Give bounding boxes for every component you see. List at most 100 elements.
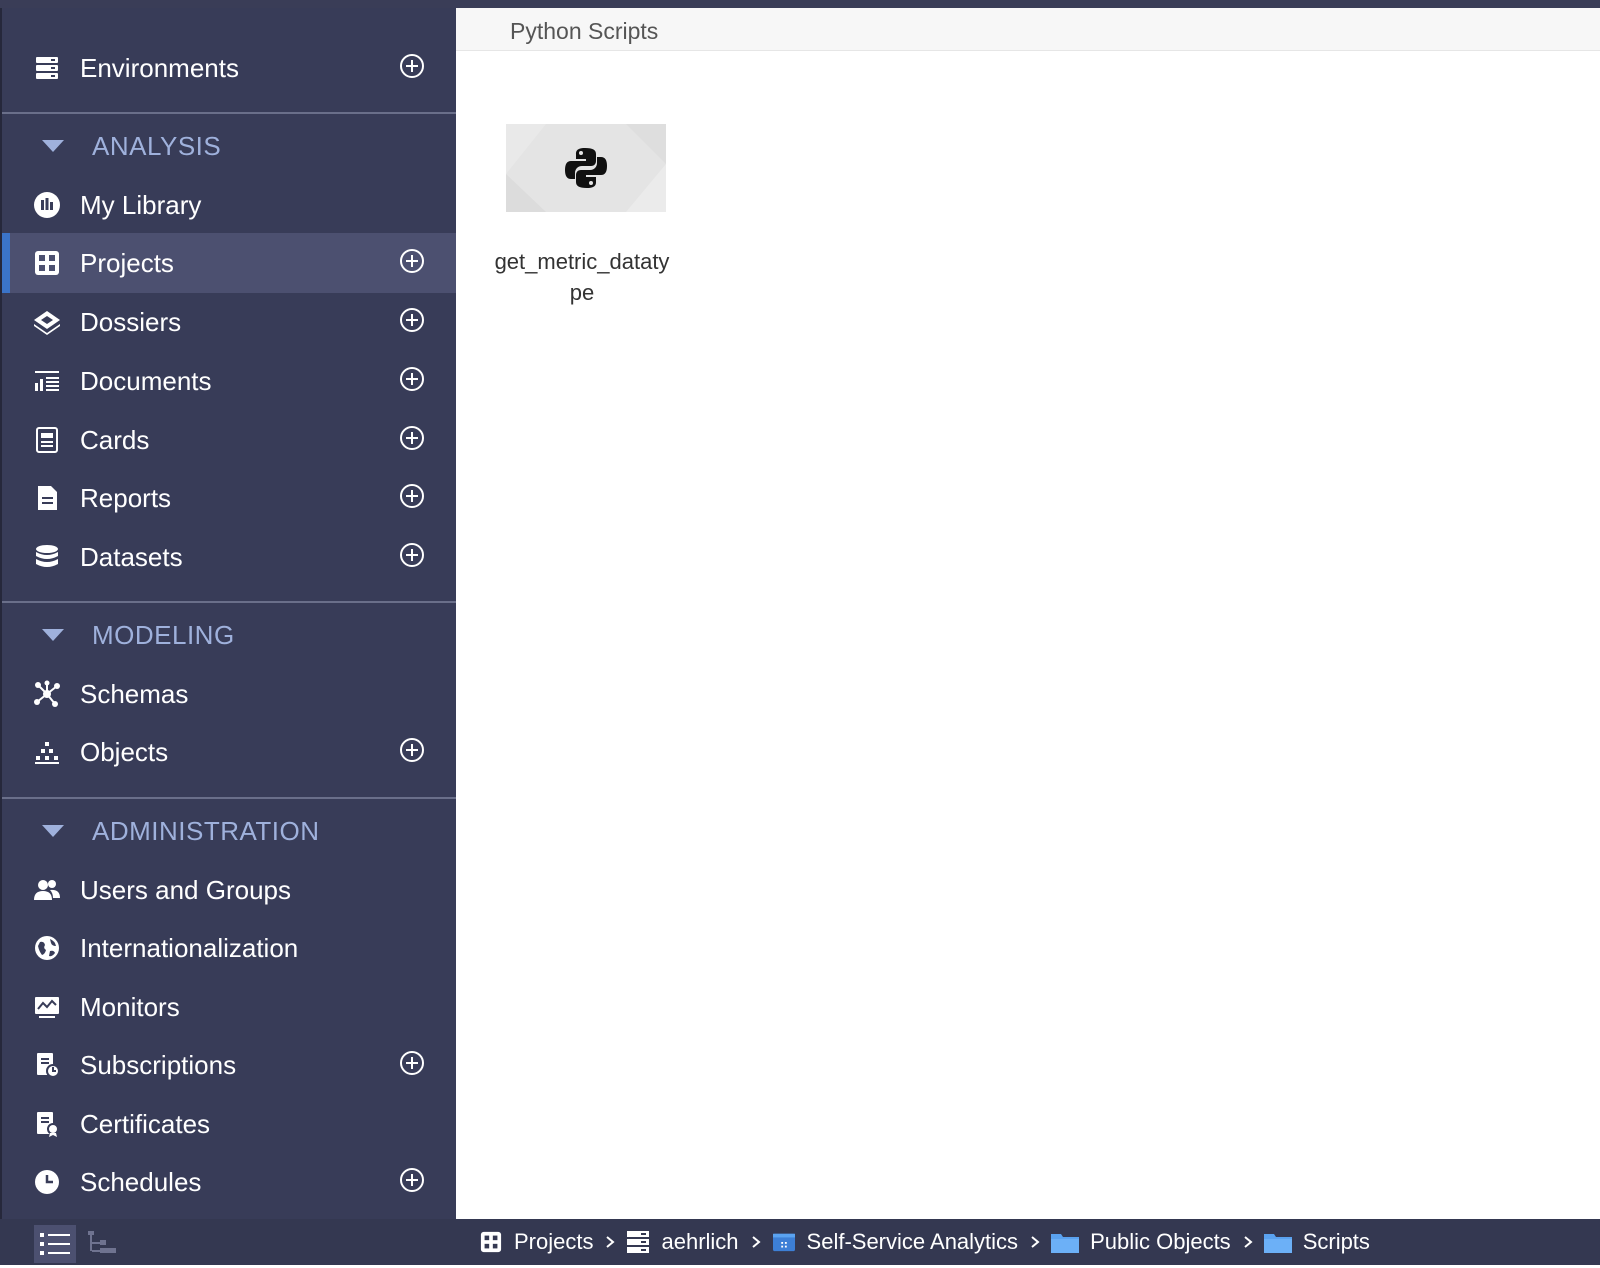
chevron-right-icon [1241,1235,1255,1249]
sidebar-item-schedules[interactable]: Schedules [2,1152,456,1212]
sidebar-item-subscriptions[interactable]: Subscriptions [2,1035,456,1095]
sidebar-item-datasets[interactable]: Datasets [2,527,456,587]
sidebar-item-my-library[interactable]: My Library [2,175,456,235]
section-header-analysis[interactable]: ANALYSIS [2,116,456,176]
add-project-button[interactable] [400,249,424,273]
file-tile[interactable]: get_metric_datatype [495,124,686,308]
globe-icon [32,933,62,963]
section-header-administration[interactable]: ADMINISTRATION [2,801,456,861]
add-environment-button[interactable] [400,54,424,78]
sidebar-item-label: Schemas [80,679,189,709]
add-subscription-button[interactable] [400,1051,424,1075]
add-document-button[interactable] [400,367,424,391]
collapse-caret-icon [42,140,64,152]
section-title: MODELING [92,620,235,650]
sidebar-item-internationalization[interactable]: Internationalization [2,918,456,978]
folder-icon [1263,1230,1293,1254]
section-header-modeling[interactable]: MODELING [2,605,456,665]
breadcrumb-label: Public Objects [1090,1229,1231,1254]
sidebar: Environments ANALYSIS My Library Project… [2,8,456,1219]
sidebar-item-label: Environments [80,53,239,83]
sidebar-item-environments[interactable]: Environments [2,38,456,98]
sidebar-item-label: Internationalization [80,933,299,963]
sidebar-item-label: Reports [80,483,172,513]
breadcrumb-item-scripts[interactable]: Scripts [1263,1229,1370,1255]
card-icon [32,425,62,455]
section-divider [2,797,456,799]
add-dossier-button[interactable] [400,308,424,332]
sidebar-item-label: Schedules [80,1167,202,1197]
sidebar-item-users-and-groups[interactable]: Users and Groups [2,860,456,920]
server-stack-icon [32,53,62,83]
report-file-icon [32,483,62,513]
sidebar-item-objects[interactable]: Objects [2,722,456,782]
section-title: ANALYSIS [92,131,222,161]
sidebar-item-cards[interactable]: Cards [2,410,456,470]
sidebar-item-monitors[interactable]: Monitors [2,977,456,1037]
chevron-right-icon [603,1235,617,1249]
sidebar-item-label: Dossiers [80,307,182,337]
sidebar-item-label: Documents [80,366,212,396]
content-header: Python Scripts [456,8,1600,51]
sidebar-item-label: Cards [80,425,150,455]
window-top-strip [0,0,1600,8]
library-chart-icon [32,190,62,220]
collapse-caret-icon [42,629,64,641]
sidebar-item-schemas[interactable]: Schemas [2,664,456,724]
database-icon [32,542,62,572]
document-chart-icon [32,366,62,396]
sidebar-item-label: Datasets [80,542,183,572]
sidebar-item-label: Certificates [80,1109,211,1139]
add-dataset-button[interactable] [400,543,424,567]
server-stack-icon [625,1230,651,1254]
section-divider [2,112,456,114]
monitor-icon [32,992,62,1022]
add-schedule-button[interactable] [400,1168,424,1192]
tree-view-icon [88,1231,116,1253]
chevron-right-icon [1028,1235,1042,1249]
page-title: Python Scripts [510,18,659,44]
folder-icon [1050,1230,1080,1254]
chevron-right-icon [749,1235,763,1249]
dossier-layers-icon [32,307,62,337]
breadcrumb: Projects aehrlich Self-Service Analytics… [478,1219,1370,1265]
sidebar-item-projects[interactable]: Projects [2,233,456,293]
breadcrumb-label: Scripts [1302,1229,1370,1254]
section-divider [2,601,456,603]
file-name[interactable]: get_metric_datatype [492,246,672,308]
sidebar-item-label: Subscriptions [80,1050,237,1080]
projects-grid-icon [478,1230,504,1254]
list-view-button[interactable] [34,1225,76,1263]
breadcrumb-label: Projects [514,1229,594,1254]
clock-icon [32,1167,62,1197]
sidebar-item-label: Projects [80,248,174,278]
status-bar: Projects aehrlich Self-Service Analytics… [0,1219,1600,1265]
sidebar-item-label: Users and Groups [80,875,291,905]
breadcrumb-label: Self-Service Analytics [806,1229,1019,1254]
certificate-icon [32,1109,62,1139]
sidebar-item-dossiers[interactable]: Dossiers [2,292,456,352]
list-view-icon [40,1233,70,1255]
add-report-button[interactable] [400,484,424,508]
add-card-button[interactable] [400,426,424,450]
sidebar-item-documents[interactable]: Documents [2,351,456,411]
breadcrumb-item-environment[interactable]: aehrlich [625,1229,770,1255]
tree-view-button[interactable] [84,1225,126,1263]
sidebar-item-label: Objects [80,737,169,767]
objects-pyramid-icon [32,737,62,767]
schema-nodes-icon [32,679,62,709]
sidebar-item-certificates[interactable]: Certificates [2,1094,456,1154]
sidebar-item-label: My Library [80,190,202,220]
breadcrumb-label: aehrlich [661,1229,739,1254]
section-title: ADMINISTRATION [92,816,320,846]
python-icon [565,148,607,188]
breadcrumb-item-public-objects[interactable]: Public Objects [1050,1229,1263,1255]
add-object-button[interactable] [400,738,424,762]
users-icon [32,875,62,905]
breadcrumb-item-project[interactable]: Self-Service Analytics [771,1229,1051,1255]
breadcrumb-item-projects[interactable]: Projects [478,1229,625,1255]
file-thumbnail[interactable] [506,124,666,212]
sidebar-item-label: Monitors [80,992,180,1022]
sidebar-item-reports[interactable]: Reports [2,468,456,528]
collapse-caret-icon [42,825,64,837]
